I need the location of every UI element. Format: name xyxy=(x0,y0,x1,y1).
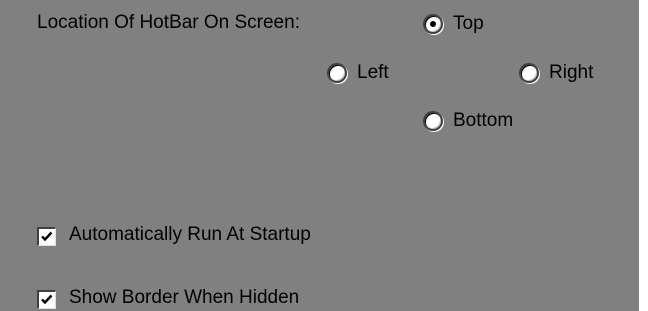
radio-bottom-button[interactable] xyxy=(423,111,443,131)
radio-left-button[interactable] xyxy=(327,63,347,83)
radio-selected-dot xyxy=(430,21,436,27)
radio-left-label: Left xyxy=(357,62,389,83)
auto-run-checkbox[interactable] xyxy=(37,227,56,246)
radio-top-label: Top xyxy=(453,13,484,34)
show-border-label: Show Border When Hidden xyxy=(69,287,300,308)
window-frame-edge xyxy=(641,0,645,311)
show-border-checkbox-row[interactable]: Show Border When Hidden xyxy=(37,287,357,310)
radio-option-right[interactable]: Right xyxy=(519,62,609,85)
radio-option-left[interactable]: Left xyxy=(327,62,407,85)
radio-option-bottom[interactable]: Bottom xyxy=(423,110,533,133)
settings-panel: Location Of HotBar On Screen: Top Left R… xyxy=(0,0,642,311)
checkmark-icon xyxy=(41,294,53,305)
checkmark-icon xyxy=(41,231,53,242)
radio-right-button[interactable] xyxy=(519,63,539,83)
radio-right-label: Right xyxy=(549,62,594,83)
radio-bottom-label: Bottom xyxy=(453,110,514,131)
radio-option-top[interactable]: Top xyxy=(423,13,503,36)
auto-run-label: Automatically Run At Startup xyxy=(69,224,311,245)
hotbar-location-label: Location Of HotBar On Screen: xyxy=(37,12,300,33)
auto-run-checkbox-row[interactable]: Automatically Run At Startup xyxy=(37,224,357,247)
radio-top-button[interactable] xyxy=(423,14,443,34)
show-border-checkbox[interactable] xyxy=(37,290,56,309)
